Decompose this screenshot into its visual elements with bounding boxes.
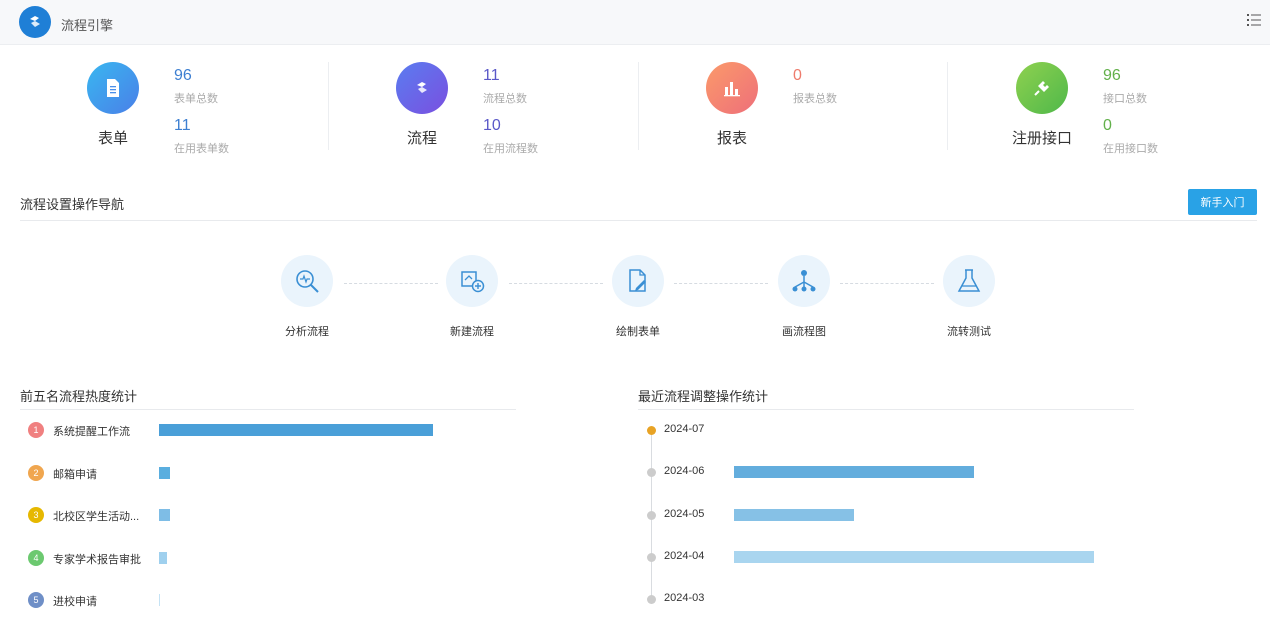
- step-new-flow[interactable]: 新建流程: [422, 255, 522, 339]
- divider: [20, 220, 1257, 221]
- rank-bar: [159, 509, 170, 521]
- stat-label: 报表总数: [793, 93, 837, 105]
- ranking-row[interactable]: 4 专家学术报告审批: [28, 549, 508, 566]
- stat-name: 表单: [97, 130, 128, 147]
- ranking-row[interactable]: 3 北校区学生活动...: [28, 507, 508, 523]
- timeline-dot: [647, 595, 656, 605]
- app-logo-icon[interactable]: [19, 6, 51, 38]
- top-bar: 流程引擎: [0, 0, 1270, 45]
- stat-name: 注册接口: [1011, 130, 1072, 147]
- rank-bar: [159, 466, 170, 479]
- rank-name: 进校申请: [53, 596, 97, 608]
- timeline-month: 2024-07: [664, 423, 705, 435]
- stat-report[interactable]: 报表 0 报表总数: [706, 62, 956, 152]
- bar-chart-icon: [706, 62, 758, 114]
- divider: [947, 62, 948, 150]
- ranking-title: 前五名流程热度统计: [20, 389, 138, 404]
- step-label: 分析流程: [285, 326, 329, 338]
- stat-label: 在用接口数: [1103, 143, 1158, 155]
- rank-badge: 3: [28, 507, 44, 523]
- divider: [638, 62, 639, 150]
- divider: [328, 62, 329, 150]
- stat-value: 0: [793, 67, 802, 84]
- timeline-row[interactable]: 2024-04: [647, 549, 1137, 565]
- stat-value: 96: [174, 67, 192, 84]
- flask-icon: [943, 255, 995, 307]
- timeline-bar: [734, 466, 974, 479]
- divider: [20, 409, 516, 410]
- step-label: 流转测试: [947, 326, 991, 338]
- stat-flow[interactable]: 流程 11 流程总数 10 在用流程数: [396, 62, 646, 155]
- timeline-row[interactable]: 2024-06: [647, 464, 1137, 480]
- stat-name: 报表: [716, 130, 747, 147]
- rank-badge: 4: [28, 549, 44, 566]
- stat-label: 流程总数: [483, 93, 527, 105]
- flow-icon: [396, 62, 448, 114]
- stat-value: 0: [1103, 117, 1112, 134]
- timeline-bar: [734, 550, 1094, 563]
- step-label: 画流程图: [782, 326, 826, 338]
- ranking-row[interactable]: 2 邮箱申请: [28, 464, 508, 481]
- analyze-magnifier-icon: [281, 255, 333, 307]
- rank-name: 系统提醒工作流: [53, 426, 130, 438]
- draw-form-icon: [612, 255, 664, 307]
- rank-bar: [159, 594, 160, 606]
- new-flow-icon: [446, 255, 498, 307]
- stat-value: 10: [483, 117, 501, 134]
- timeline-title: 最近流程调整操作统计: [638, 389, 769, 404]
- list-menu-icon[interactable]: [1246, 12, 1262, 28]
- stat-value: 11: [174, 117, 191, 134]
- timeline-bar: [734, 508, 854, 521]
- timeline-row[interactable]: 2024-03: [647, 591, 1137, 607]
- divider: [638, 409, 1134, 410]
- rank-badge: 5: [28, 592, 44, 608]
- ranking-row[interactable]: 5 进校申请: [28, 592, 508, 608]
- rank-bar: [159, 551, 168, 564]
- rank-name: 邮箱申请: [53, 468, 97, 481]
- step-analyze-flow[interactable]: 分析流程: [257, 255, 357, 339]
- stat-form[interactable]: 表单 96 表单总数 11 在用表单数: [87, 62, 337, 155]
- stat-interface[interactable]: 注册接口 96 接口总数 0 在用接口数: [1012, 62, 1266, 155]
- timeline-month: 2024-04: [664, 549, 705, 562]
- timeline-month: 2024-05: [664, 507, 705, 520]
- stat-name: 流程: [406, 130, 437, 147]
- timeline-dot: [647, 552, 656, 562]
- stat-label: 在用表单数: [174, 143, 229, 155]
- timeline-dot: [647, 510, 656, 520]
- step-draw-flowchart[interactable]: 画流程图: [754, 255, 854, 339]
- step-draw-form[interactable]: 绘制表单: [588, 255, 688, 339]
- app-title: 流程引擎: [61, 18, 114, 33]
- plug-icon: [1016, 62, 1068, 114]
- timeline-dot: [647, 426, 656, 435]
- rank-badge: 1: [28, 422, 44, 438]
- ranking-row[interactable]: 1 系统提醒工作流: [28, 422, 508, 438]
- rank-badge: 2: [28, 464, 44, 481]
- rank-name: 北校区学生活动...: [53, 511, 140, 523]
- timeline-dot: [647, 468, 656, 478]
- rank-bar: [159, 424, 433, 436]
- rank-name: 专家学术报告审批: [53, 553, 141, 566]
- step-label: 新建流程: [450, 326, 494, 338]
- stat-label: 接口总数: [1103, 93, 1147, 105]
- guide-title: 流程设置操作导航: [20, 197, 125, 212]
- flowchart-icon: [778, 255, 830, 307]
- stat-value: 96: [1103, 67, 1121, 84]
- beginner-guide-button[interactable]: 新手入门: [1188, 189, 1257, 215]
- timeline-month: 2024-03: [664, 592, 705, 605]
- step-flow-test[interactable]: 流转测试: [919, 255, 1019, 339]
- stat-value: 11: [483, 67, 500, 84]
- stat-label: 在用流程数: [483, 143, 538, 155]
- timeline-month: 2024-06: [664, 465, 705, 478]
- timeline-row[interactable]: 2024-05: [647, 507, 1137, 523]
- step-label: 绘制表单: [616, 326, 660, 338]
- document-icon: [87, 62, 139, 114]
- stat-label: 表单总数: [174, 93, 218, 105]
- timeline-row[interactable]: 2024-07: [647, 422, 1137, 438]
